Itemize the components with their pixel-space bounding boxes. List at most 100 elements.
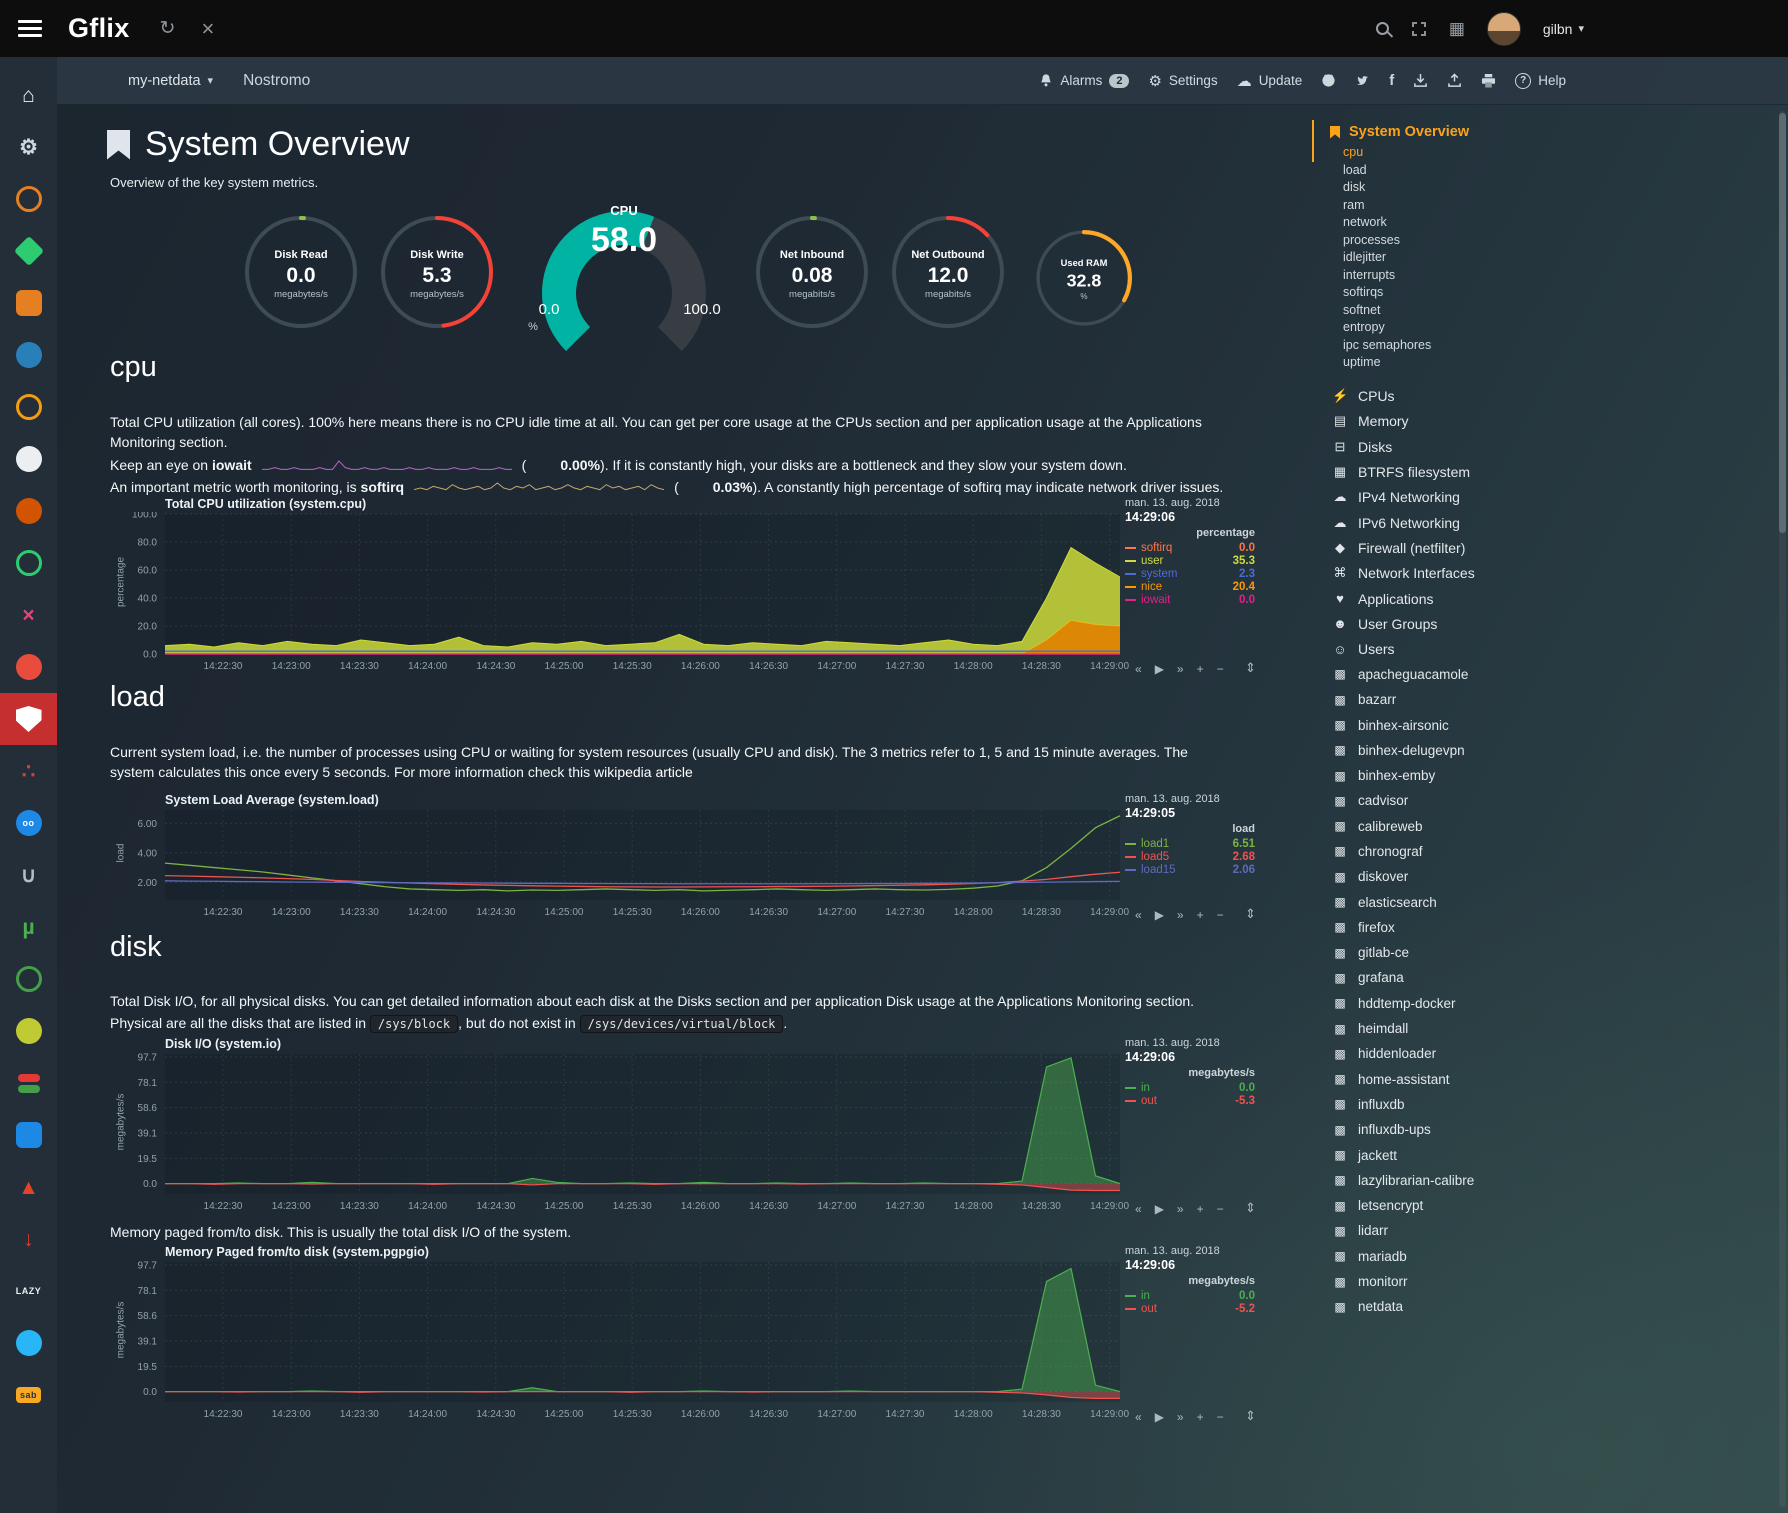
chart-zoom-out-button[interactable]: − (1217, 1202, 1224, 1216)
chart-canvas[interactable]: 100.080.060.040.020.00.014:22:3014:23:00… (57, 512, 1267, 678)
menu-app-item-hiddenloader[interactable]: ▩hiddenloader (1312, 1041, 1752, 1066)
load-chart[interactable]: System Load Average (system.load) load 6… (57, 795, 1267, 945)
app-icon[interactable] (0, 1057, 57, 1109)
scrollbar-thumb[interactable] (1779, 113, 1786, 533)
legend-item[interactable]: iowait0.0 (1125, 593, 1255, 606)
chart-zoom-in-button[interactable]: + (1197, 1202, 1204, 1216)
chart-pan-left-button[interactable]: « (1135, 908, 1142, 922)
legend-item[interactable]: nice20.4 (1125, 580, 1255, 593)
help-button[interactable]: ? Help (1515, 73, 1566, 89)
search-icon[interactable] (1376, 22, 1389, 35)
user-menu[interactable]: gilbn ▾ (1543, 21, 1584, 37)
chart-pan-right-button[interactable]: » (1177, 908, 1184, 922)
menu-app-item-binhex-delugevpn[interactable]: ▩binhex-delugevpn (1312, 738, 1752, 763)
alarms-button[interactable]: Alarms 2 (1039, 73, 1129, 88)
app-icon[interactable]: ▲ (0, 1161, 57, 1213)
submenu-item-idlejitter[interactable]: idlejitter (1312, 249, 1752, 267)
submenu-item-softirqs[interactable]: softirqs (1312, 284, 1752, 302)
import-icon[interactable] (1413, 73, 1428, 88)
menu-item-btrfs-filesystem[interactable]: ▦BTRFS filesystem (1312, 459, 1752, 484)
menu-app-item-mariadb[interactable]: ▩mariadb (1312, 1244, 1752, 1269)
chart-zoom-in-button[interactable]: + (1197, 662, 1204, 676)
twitter-icon[interactable] (1355, 73, 1370, 88)
gauge-used-ram[interactable]: Used RAM32.8% (1033, 227, 1135, 329)
chart-zoom-in-button[interactable]: + (1197, 1410, 1204, 1424)
app-icon[interactable] (0, 277, 57, 329)
host-dropdown[interactable]: my-netdata ▾ (128, 73, 213, 89)
app-icon[interactable]: ↓ (0, 1213, 57, 1265)
app-icon[interactable] (0, 1109, 57, 1161)
wikipedia-link[interactable]: wikipedia article (594, 764, 693, 780)
menu-app-item-netdata[interactable]: ▩netdata (1312, 1294, 1752, 1319)
chart-pan-right-button[interactable]: » (1177, 662, 1184, 676)
menu-item-applications[interactable]: ♥Applications (1312, 586, 1752, 611)
menu-item-memory[interactable]: ▤Memory (1312, 409, 1752, 434)
app-icon[interactable] (0, 173, 57, 225)
menu-app-item-monitorr[interactable]: ▩monitorr (1312, 1269, 1752, 1294)
menu-item-system-overview[interactable]: System Overview (1312, 120, 1752, 144)
cpu-chart[interactable]: Total CPU utilization (system.cpu) perce… (57, 499, 1267, 699)
menu-app-item-calibreweb[interactable]: ▩calibreweb (1312, 814, 1752, 839)
menu-item-network-interfaces[interactable]: ⌘Network Interfaces (1312, 561, 1752, 586)
app-icon[interactable] (0, 329, 57, 381)
menu-app-item-influxdb[interactable]: ▩influxdb (1312, 1092, 1752, 1117)
legend-item[interactable]: out-5.2 (1125, 1302, 1255, 1315)
menu-app-item-home-assistant[interactable]: ▩home-assistant (1312, 1067, 1752, 1092)
apps-grid-icon[interactable]: ▦ (1449, 19, 1465, 39)
submenu-item-ipc-semaphores[interactable]: ipc semaphores (1312, 337, 1752, 355)
menu-app-item-diskover[interactable]: ▩diskover (1312, 864, 1752, 889)
legend-item[interactable]: user35.3 (1125, 554, 1255, 567)
submenu-item-ram[interactable]: ram (1312, 197, 1752, 215)
submenu-item-load[interactable]: load (1312, 162, 1752, 180)
submenu-item-cpu[interactable]: cpu (1312, 144, 1752, 162)
legend-item[interactable]: in0.0 (1125, 1081, 1255, 1094)
chart-zoom-out-button[interactable]: − (1217, 908, 1224, 922)
menu-app-item-binhex-emby[interactable]: ▩binhex-emby (1312, 763, 1752, 788)
gauge-net-inbound[interactable]: Net Inbound0.08megabits/s (752, 212, 872, 332)
submenu-item-entropy[interactable]: entropy (1312, 319, 1752, 337)
menu-item-disks[interactable]: ⊟Disks (1312, 434, 1752, 459)
legend-item[interactable]: load52.68 (1125, 850, 1255, 863)
fullscreen-icon[interactable] (1411, 21, 1427, 37)
chart-pan-left-button[interactable]: « (1135, 662, 1142, 676)
chart-pan-right-button[interactable]: » (1177, 1202, 1184, 1216)
legend-item[interactable]: out-5.3 (1125, 1094, 1255, 1107)
app-icon[interactable] (0, 381, 57, 433)
chart-resize-handle[interactable]: ⇕ (1245, 906, 1256, 922)
app-icon[interactable]: ∪ (0, 849, 57, 901)
submenu-item-disk[interactable]: disk (1312, 179, 1752, 197)
legend-item[interactable]: system2.3 (1125, 567, 1255, 580)
chart-canvas[interactable]: 6.004.002.0014:22:3014:23:0014:23:3014:2… (57, 808, 1267, 924)
legend-item[interactable]: in0.0 (1125, 1289, 1255, 1302)
github-icon[interactable] (1321, 73, 1336, 88)
chart-play-button[interactable]: ▶ (1155, 908, 1164, 922)
app-icon[interactable]: LAZY (0, 1265, 57, 1317)
app-icon[interactable]: oo (0, 797, 57, 849)
submenu-item-uptime[interactable]: uptime (1312, 354, 1752, 372)
chart-resize-handle[interactable]: ⇕ (1245, 660, 1256, 676)
chart-play-button[interactable]: ▶ (1155, 662, 1164, 676)
chart-zoom-out-button[interactable]: − (1217, 1410, 1224, 1424)
chart-zoom-in-button[interactable]: + (1197, 908, 1204, 922)
chart-canvas[interactable]: 97.778.158.639.119.50.014:22:3014:23:001… (57, 1260, 1267, 1426)
refresh-icon[interactable]: ↻ (160, 17, 176, 40)
pgpgio-chart[interactable]: Memory Paged from/to disk (system.pgpgio… (57, 1247, 1267, 1447)
gauge-disk-write[interactable]: Disk Write5.3megabytes/s (377, 212, 497, 332)
app-icon[interactable] (0, 433, 57, 485)
chart-pan-left-button[interactable]: « (1135, 1410, 1142, 1424)
menu-app-item-firefox[interactable]: ▩firefox (1312, 915, 1752, 940)
active-app-icon[interactable] (0, 693, 57, 745)
menu-item-ipv6-networking[interactable]: ☁IPv6 Networking (1312, 510, 1752, 535)
menu-item-user-groups[interactable]: ☻User Groups (1312, 611, 1752, 636)
gauge-cpu[interactable]: CPU58.00.0100.0% (509, 193, 739, 383)
menu-app-item-cadvisor[interactable]: ▩cadvisor (1312, 788, 1752, 813)
chart-zoom-out-button[interactable]: − (1217, 662, 1224, 676)
menu-app-item-lidarr[interactable]: ▩lidarr (1312, 1218, 1752, 1243)
app-icon[interactable]: ⚙ (0, 121, 57, 173)
submenu-item-interrupts[interactable]: interrupts (1312, 267, 1752, 285)
legend-item[interactable]: softirq0.0 (1125, 541, 1255, 554)
app-icon[interactable] (0, 537, 57, 589)
app-icon[interactable] (0, 225, 57, 277)
submenu-item-softnet[interactable]: softnet (1312, 302, 1752, 320)
close-icon[interactable]: × (201, 16, 214, 42)
